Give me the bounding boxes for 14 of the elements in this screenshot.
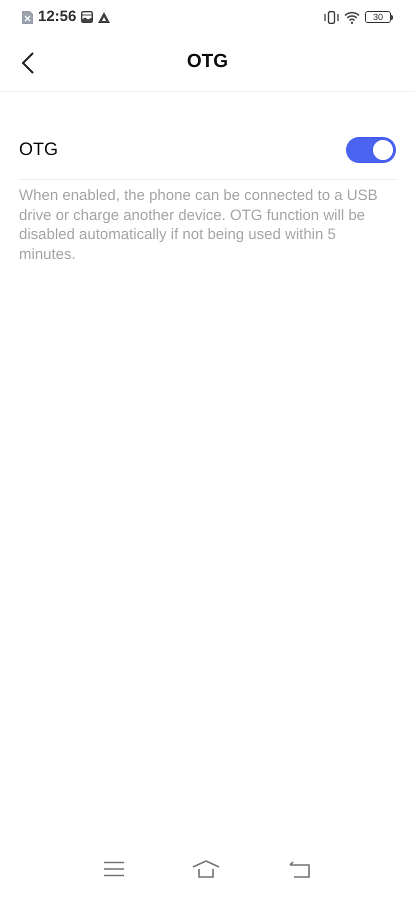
home-icon[interactable]	[192, 860, 220, 878]
menu-icon[interactable]	[104, 861, 124, 877]
wifi-icon	[344, 10, 360, 24]
page-title: OTG	[186, 51, 228, 72]
status-time: 12:56	[38, 6, 76, 27]
triangle-icon	[98, 12, 110, 22]
battery-icon: 30	[365, 11, 393, 23]
setting-description: When enabled, the phone can be connected to a USB drive or charge another device. OTG function will be disabled automatically if not being used within 5 minutes.	[19, 186, 379, 264]
vibrate-icon	[324, 10, 339, 24]
sim-missing-icon	[22, 10, 33, 24]
setting-label: OTG	[19, 138, 58, 161]
back-nav-icon[interactable]	[288, 860, 311, 878]
otg-toggle[interactable]	[346, 136, 396, 162]
photo-notification-icon	[81, 11, 94, 23]
